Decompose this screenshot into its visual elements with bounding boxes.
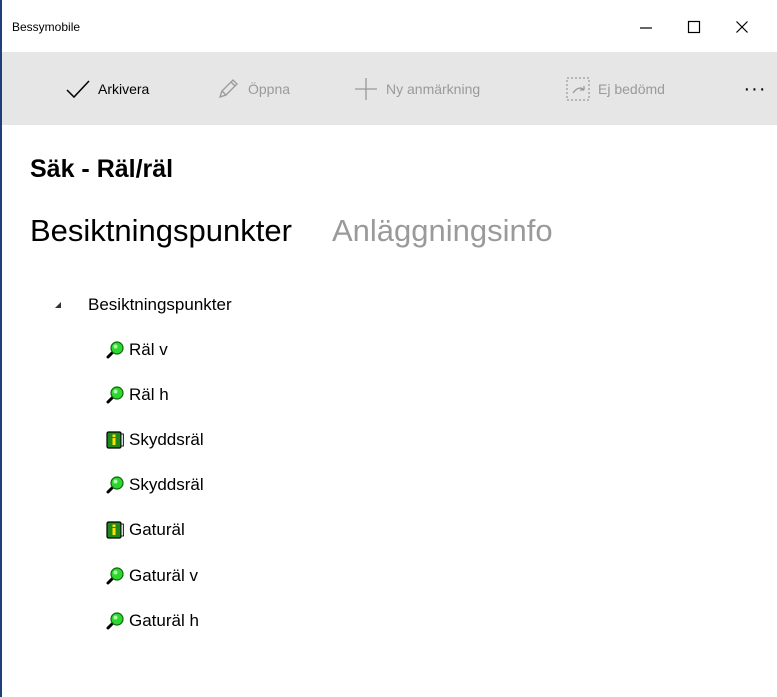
tree-item-label: Räl h xyxy=(129,384,169,404)
expand-triangle-icon[interactable] xyxy=(48,301,88,309)
tree-children: Räl v Räl h Skyddsräl Skyddsräl Gaturäl xyxy=(104,327,232,643)
archive-button[interactable]: Arkivera xyxy=(64,74,149,104)
tree-item[interactable]: Skyddsräl xyxy=(104,463,232,508)
command-bar: Arkivera Öppna Ny anmärkning Ej bedömd ·… xyxy=(2,52,777,125)
tree-root-label: Besiktningspunkter xyxy=(88,295,232,314)
close-button[interactable] xyxy=(722,12,762,42)
inspection-tree: Besiktningspunkter Räl v Räl h Skyddsräl xyxy=(48,290,232,643)
maximize-button[interactable] xyxy=(674,12,714,42)
checkmark-icon xyxy=(64,75,92,103)
title-bar: Bessymobile xyxy=(2,0,777,52)
info-book-icon xyxy=(104,430,126,450)
tab-besiktningspunkter[interactable]: Besiktningspunkter xyxy=(30,213,292,253)
tree-item-label: Gaturäl xyxy=(129,520,185,540)
app-title: Bessymobile xyxy=(12,20,81,34)
tree-item[interactable]: Skyddsräl xyxy=(104,417,232,462)
tree-item[interactable]: Gaturäl xyxy=(104,508,232,553)
page-title: Säk - Räl/räl xyxy=(30,155,174,183)
archive-label: Arkivera xyxy=(98,81,150,97)
plus-icon xyxy=(352,75,380,103)
maximize-icon xyxy=(687,20,701,34)
magnifier-icon xyxy=(104,340,126,360)
not-assessed-button[interactable]: Ej bedömd xyxy=(564,74,665,104)
tree-root[interactable]: Besiktningspunkter xyxy=(48,290,232,320)
new-note-button[interactable]: Ny anmärkning xyxy=(352,74,480,104)
minimize-button[interactable] xyxy=(626,12,666,42)
pencil-icon xyxy=(214,75,242,103)
tab-anlaggningsinfo[interactable]: Anläggningsinfo xyxy=(332,213,553,253)
minimize-icon xyxy=(640,27,652,29)
info-book-icon xyxy=(104,520,126,540)
tree-item[interactable]: Gaturäl h xyxy=(104,598,232,643)
dashed-box-undo-icon xyxy=(564,75,592,103)
tree-item[interactable]: Gaturäl v xyxy=(104,553,232,598)
tree-item-label: Skyddsräl xyxy=(129,475,204,495)
tree-item-label: Gaturäl v xyxy=(129,565,198,585)
open-label: Öppna xyxy=(248,81,291,97)
tree-item[interactable]: Räl h xyxy=(104,372,232,417)
new-note-label: Ny anmärkning xyxy=(386,81,481,97)
tree-item[interactable]: Räl v xyxy=(104,327,232,372)
tree-item-label: Gaturäl h xyxy=(129,610,199,630)
tree-item-label: Skyddsräl xyxy=(129,429,204,449)
magnifier-icon xyxy=(104,611,126,631)
tree-item-label: Räl v xyxy=(129,339,168,359)
more-button[interactable]: ··· xyxy=(737,74,773,104)
pivot-tabs: Besiktningspunkter Anläggningsinfo xyxy=(30,213,593,253)
not-assessed-label: Ej bedömd xyxy=(598,81,665,97)
magnifier-icon xyxy=(104,475,126,495)
magnifier-icon xyxy=(104,385,126,405)
close-icon xyxy=(736,21,748,33)
magnifier-icon xyxy=(104,566,126,586)
open-button[interactable]: Öppna xyxy=(214,74,290,104)
